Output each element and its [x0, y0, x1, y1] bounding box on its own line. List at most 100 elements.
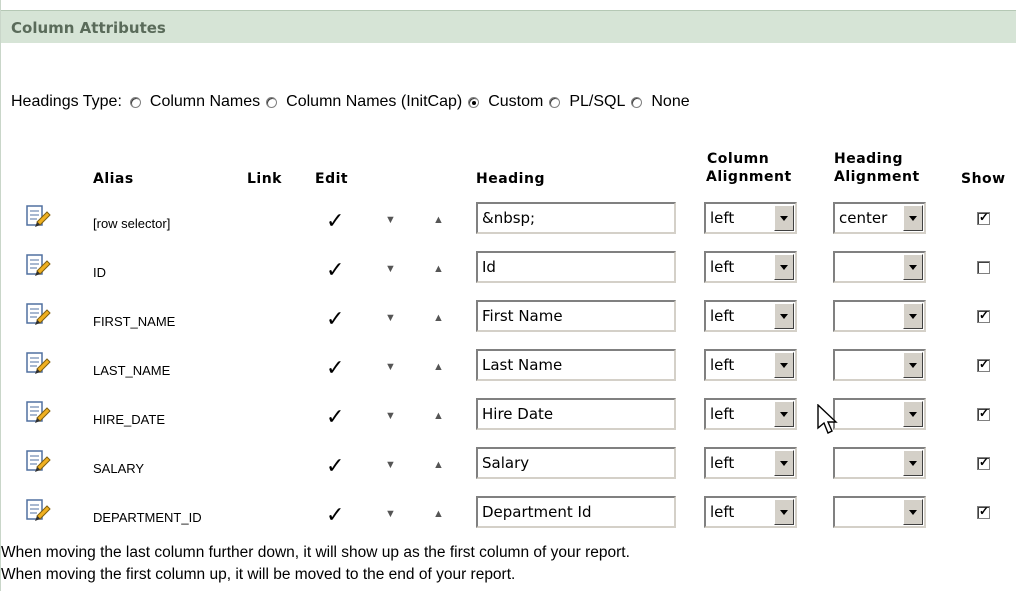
radio-selected-icon[interactable] [468, 96, 480, 108]
move-up-icon[interactable]: ▲ [433, 410, 444, 422]
show-checkbox[interactable] [977, 455, 990, 470]
radio-column-names-initcap[interactable]: Column Names (InitCap) [266, 93, 462, 111]
column-alignment-select[interactable]: left [704, 447, 797, 479]
chevron-down-icon[interactable] [774, 303, 794, 329]
header-line: Column [707, 151, 770, 167]
edit-column-icon[interactable] [25, 204, 51, 232]
radio-icon[interactable] [631, 96, 643, 108]
heading-input[interactable] [476, 300, 676, 332]
heading-alignment-select[interactable] [833, 251, 926, 283]
move-up-icon[interactable]: ▲ [433, 263, 444, 275]
edit-column-icon[interactable] [25, 449, 51, 477]
move-down-icon[interactable]: ▼ [385, 263, 396, 275]
table-row: DEPARTMENT_ID ✓ ▼ ▲ left [1, 494, 1016, 543]
edit-column-icon[interactable] [25, 351, 51, 379]
chevron-down-icon[interactable] [903, 205, 923, 231]
move-down-icon[interactable]: ▼ [385, 459, 396, 471]
heading-alignment-select[interactable] [833, 447, 926, 479]
radio-icon[interactable] [549, 96, 561, 108]
move-down-icon[interactable]: ▼ [385, 508, 396, 520]
move-up-icon[interactable]: ▲ [433, 214, 444, 226]
chevron-down-icon[interactable] [903, 352, 923, 378]
heading-input[interactable] [476, 349, 676, 381]
show-checkbox[interactable] [977, 261, 990, 274]
chevron-down-icon[interactable] [903, 303, 923, 329]
heading-alignment-select[interactable] [833, 300, 926, 332]
edit-column-icon[interactable] [25, 302, 51, 330]
chevron-down-icon[interactable] [903, 450, 923, 476]
column-alignment-select[interactable]: left [704, 251, 797, 283]
heading-input[interactable] [476, 398, 676, 430]
column-alignment-select[interactable]: left [704, 300, 797, 332]
chevron-down-icon[interactable] [774, 499, 794, 525]
show-checkbox[interactable] [977, 308, 990, 323]
radio-label: Custom [488, 93, 544, 110]
show-checkbox[interactable] [977, 504, 990, 519]
table-row: SALARY ✓ ▼ ▲ left [1, 445, 1016, 494]
table-row: LAST_NAME ✓ ▼ ▲ left [1, 347, 1016, 396]
help-note: When moving the first column up, it will… [1, 566, 516, 583]
header-line: Alignment [706, 169, 792, 185]
select-value: left [710, 258, 735, 276]
chevron-down-icon[interactable] [903, 254, 923, 280]
select-value: center [839, 209, 888, 227]
edit-column-icon[interactable] [25, 498, 51, 526]
radio-custom[interactable]: Custom [468, 93, 543, 111]
radio-icon[interactable] [129, 96, 141, 108]
move-up-icon[interactable]: ▲ [433, 361, 444, 373]
header-link: Link [247, 171, 282, 187]
move-down-icon[interactable]: ▼ [385, 312, 396, 324]
move-up-icon[interactable]: ▲ [433, 312, 444, 324]
checkmark-icon: ✓ [326, 257, 345, 282]
heading-input[interactable] [476, 202, 676, 234]
select-value: left [710, 356, 735, 374]
chevron-down-icon[interactable] [774, 450, 794, 476]
alias-text: [row selector] [93, 216, 171, 231]
heading-alignment-select[interactable]: center [833, 202, 926, 234]
column-alignment-select[interactable]: left [704, 202, 797, 234]
radio-none[interactable]: None [631, 93, 690, 111]
column-alignment-select[interactable]: left [704, 496, 797, 528]
move-down-icon[interactable]: ▼ [385, 410, 396, 422]
heading-alignment-select[interactable] [833, 349, 926, 381]
header-heading-alignment: Heading Alignment [834, 150, 920, 186]
heading-alignment-select[interactable] [833, 496, 926, 528]
column-alignment-select[interactable]: left [704, 398, 797, 430]
help-note: When moving the last column further down… [1, 544, 630, 561]
show-checkbox[interactable] [977, 406, 990, 421]
show-checkbox[interactable] [977, 210, 990, 225]
chevron-down-icon[interactable] [774, 352, 794, 378]
table-row: FIRST_NAME ✓ ▼ ▲ left [1, 298, 1016, 347]
heading-alignment-select[interactable] [833, 398, 926, 430]
edit-column-icon[interactable] [25, 253, 51, 281]
heading-input[interactable] [476, 251, 676, 283]
show-checkbox[interactable] [977, 357, 990, 372]
select-value: left [710, 454, 735, 472]
radio-icon[interactable] [266, 96, 278, 108]
chevron-down-icon[interactable] [774, 254, 794, 280]
move-up-icon[interactable]: ▲ [433, 459, 444, 471]
table-row: ID ✓ ▼ ▲ left [1, 249, 1016, 298]
alias-text: DEPARTMENT_ID [93, 510, 202, 525]
column-alignment-select[interactable]: left [704, 349, 797, 381]
select-value: left [710, 503, 735, 521]
radio-label: Column Names [149, 93, 261, 110]
headings-type-label: Headings Type: [11, 93, 122, 110]
move-down-icon[interactable]: ▼ [385, 214, 396, 226]
move-up-icon[interactable]: ▲ [433, 508, 444, 520]
chevron-down-icon[interactable] [903, 401, 923, 427]
radio-plsql[interactable]: PL/SQL [549, 93, 625, 111]
chevron-down-icon[interactable] [774, 401, 794, 427]
radio-column-names[interactable]: Column Names [129, 93, 261, 111]
move-down-icon[interactable]: ▼ [385, 361, 396, 373]
headings-type-group: Headings Type: Column Names Column Names… [11, 93, 696, 111]
radio-label: Column Names (InitCap) [286, 93, 463, 110]
radio-label: PL/SQL [569, 93, 626, 110]
chevron-down-icon[interactable] [774, 205, 794, 231]
heading-input[interactable] [476, 447, 676, 479]
checkmark-icon: ✓ [326, 453, 345, 478]
edit-column-icon[interactable] [25, 400, 51, 428]
chevron-down-icon[interactable] [903, 499, 923, 525]
select-value: left [710, 307, 735, 325]
heading-input[interactable] [476, 496, 676, 528]
